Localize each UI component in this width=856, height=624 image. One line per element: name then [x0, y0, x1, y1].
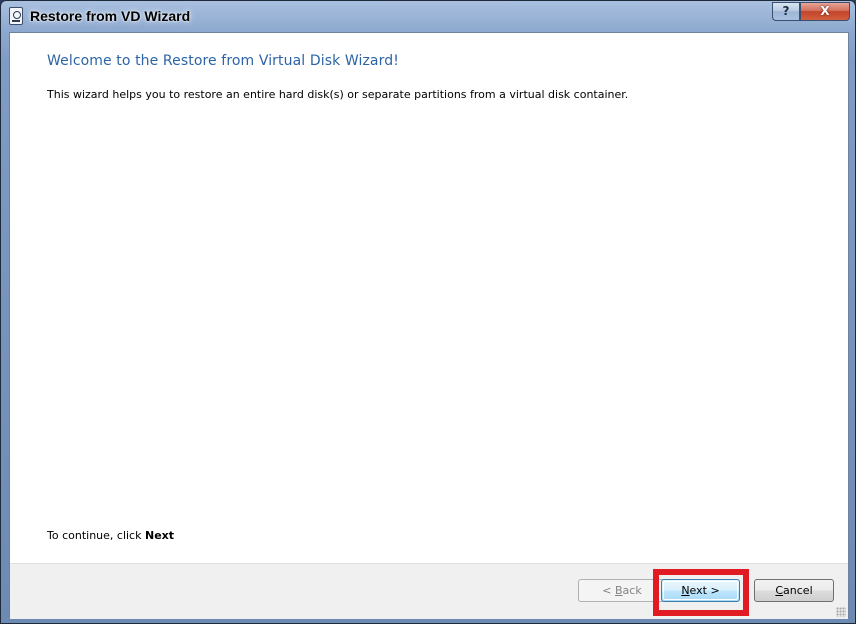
- help-button[interactable]: ?: [772, 2, 800, 21]
- cancel-button[interactable]: Cancel: [754, 579, 834, 602]
- cancel-rest: ancel: [783, 584, 813, 597]
- app-icon: [9, 7, 23, 25]
- resize-grip[interactable]: [836, 607, 846, 617]
- next-button[interactable]: Next >: [661, 579, 740, 602]
- continue-emphasis: Next: [144, 529, 175, 542]
- cancel-mnemonic: C: [775, 584, 784, 597]
- wizard-content: Welcome to the Restore from Virtual Disk…: [9, 32, 849, 619]
- continue-prefix: To continue, click: [47, 529, 145, 542]
- continue-instruction: To continue, click Next: [47, 529, 174, 542]
- next-suffix: >: [706, 584, 720, 597]
- title-bar[interactable]: Restore from VD Wizard ? X: [1, 1, 855, 32]
- button-bar: < Back Next > Cancel: [10, 563, 848, 619]
- wizard-window: Restore from VD Wizard ? X Welcome to th…: [0, 0, 856, 624]
- close-button[interactable]: X: [800, 2, 850, 21]
- page-description: This wizard helps you to restore an enti…: [47, 88, 629, 101]
- next-mnemonic: N: [681, 584, 690, 597]
- back-button: < Back: [578, 579, 666, 602]
- back-prefix: <: [602, 584, 615, 597]
- page-title: Welcome to the Restore from Virtual Disk…: [47, 53, 399, 69]
- back-rest: ack: [622, 584, 642, 597]
- next-rest: ext: [689, 584, 707, 597]
- window-title: Restore from VD Wizard: [30, 8, 191, 24]
- back-mnemonic: B: [615, 584, 623, 597]
